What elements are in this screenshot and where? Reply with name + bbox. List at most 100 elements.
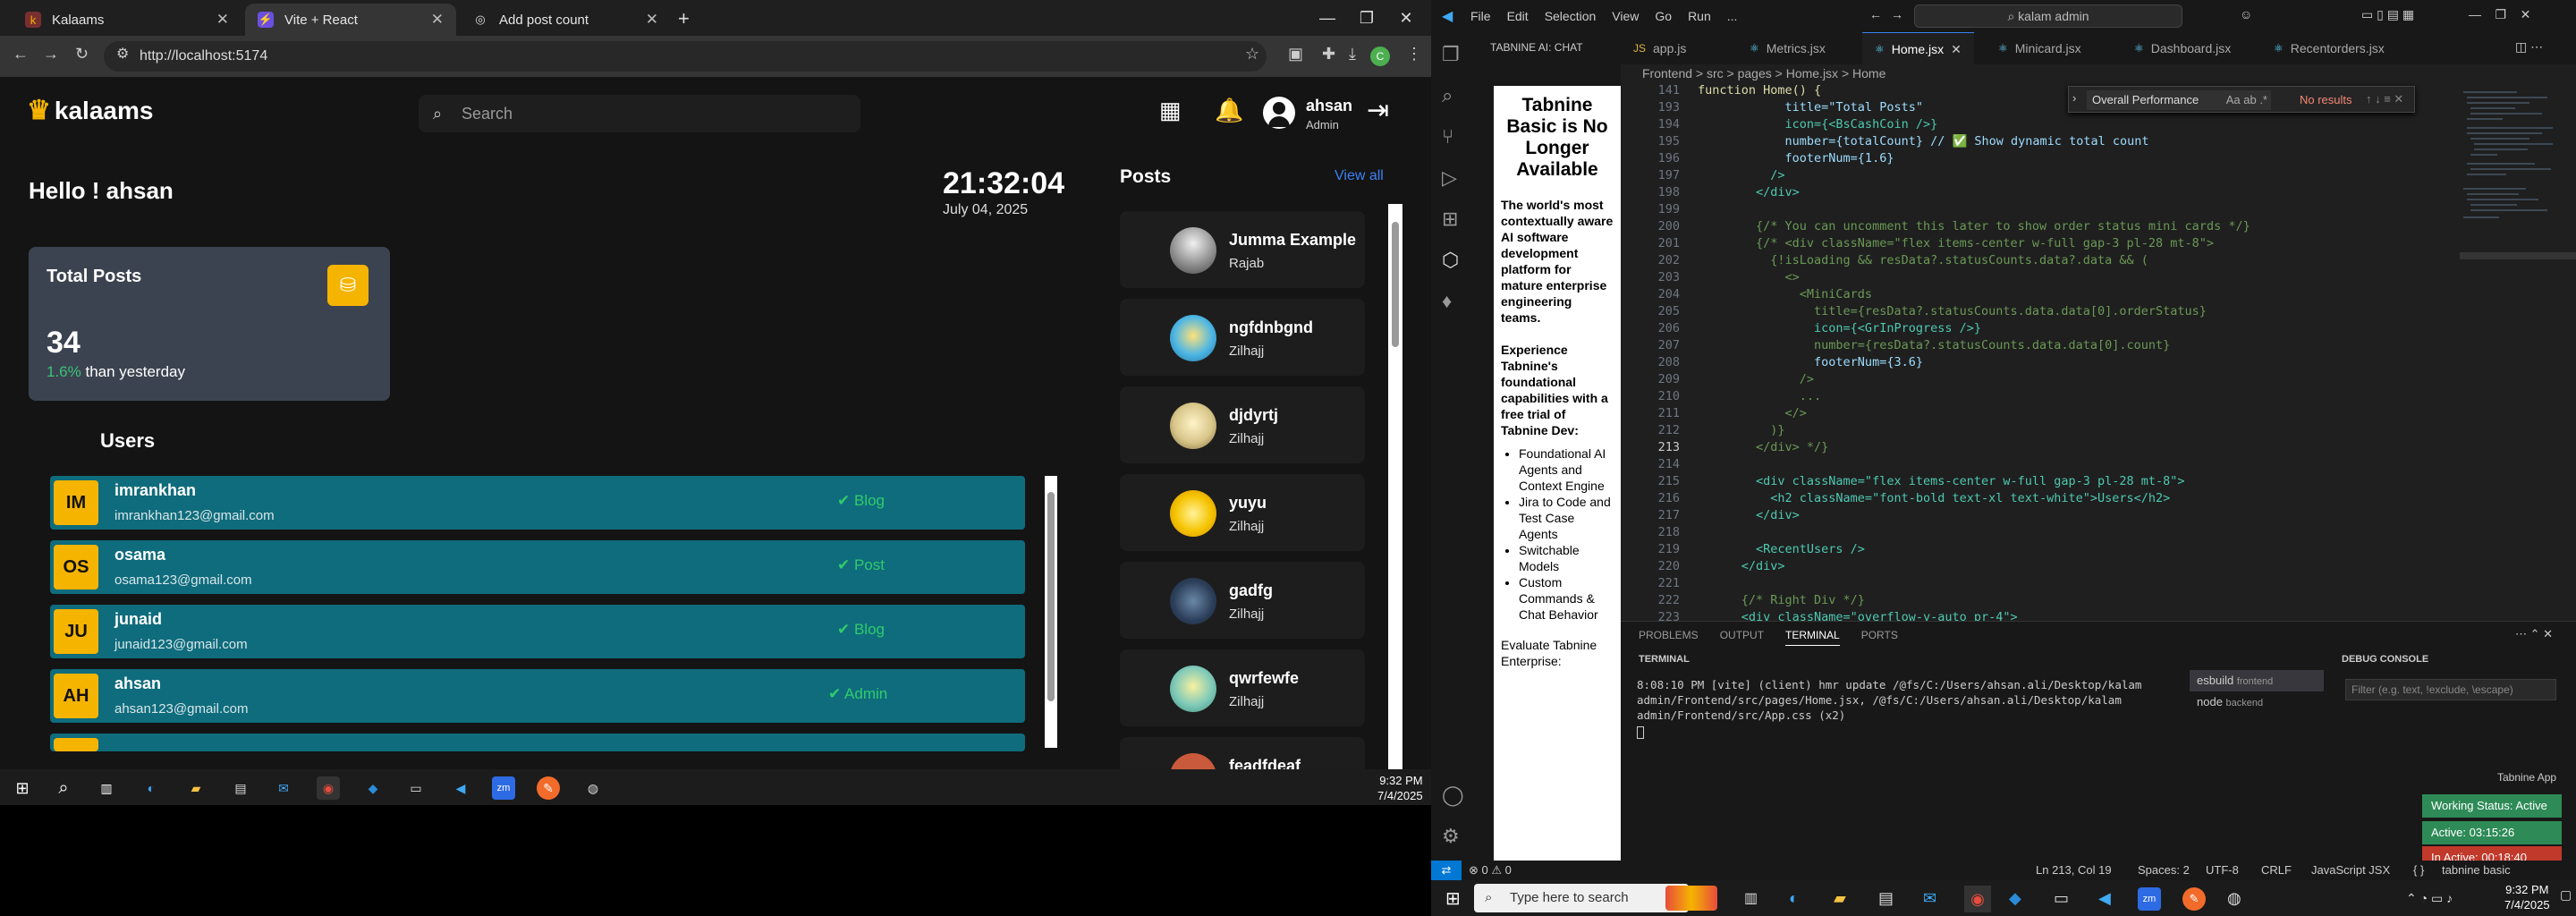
browser-tab-add-post-count[interactable]: ◎ Add post count ✕ (460, 4, 671, 36)
terminal-output[interactable]: 8:08:10 PM [vite] (client) hmr update /@… (1637, 677, 2174, 739)
user-row[interactable]: JU junaid junaid123@gmail.com ✔ Blog (50, 605, 1025, 658)
explorer-icon[interactable]: ❐ (1442, 43, 1460, 66)
logout-icon[interactable]: ⇥ (1367, 95, 1389, 126)
back-icon[interactable]: ← (1869, 7, 1882, 21)
system-tray-icons[interactable]: ⌃ ◔ ▭ ♪ (2406, 891, 2453, 906)
minimize-icon[interactable]: — (1309, 5, 1345, 30)
vscode-icon[interactable]: ◀ (2098, 889, 2111, 908)
minimap[interactable] (2460, 82, 2576, 619)
postman-icon[interactable]: ✎ (2182, 887, 2206, 911)
chevron-right-icon[interactable]: › (2072, 91, 2076, 105)
close-icon[interactable]: ✕ (1951, 33, 1962, 65)
post-item[interactable]: Jumma Example Rajab (1120, 211, 1365, 288)
news-widget-icon[interactable] (1665, 886, 1717, 911)
zoom-icon[interactable]: zm (492, 776, 515, 800)
post-item[interactable]: djdyrtj Zilhajj (1120, 386, 1365, 463)
panel-tab-problems[interactable]: PROBLEMS (1639, 629, 1699, 646)
layout-icon[interactable]: ▭ ▯ ▤ ▦ (2361, 7, 2414, 22)
remote-icon[interactable]: ⇄ (1431, 861, 1462, 880)
leaf-icon[interactable]: ♦ (1442, 290, 1452, 313)
tabnine-icon[interactable]: ⬡ (1442, 249, 1459, 272)
close-icon[interactable]: ✕ (216, 11, 229, 29)
panel-tab-output[interactable]: OUTPUT (1720, 629, 1764, 646)
notification-icon[interactable]: ▢ (2560, 887, 2572, 903)
browser-tab-vite[interactable]: ⚡ Vite + React ✕ (245, 4, 456, 36)
app-icon[interactable]: ◍ (581, 776, 605, 800)
post-item[interactable]: gadfg Zilhajj (1120, 562, 1365, 639)
bookmark-star-icon[interactable]: ☆ (1245, 45, 1259, 64)
account-icon[interactable]: ◯ (1442, 784, 1464, 807)
tabnine-status[interactable]: tabnine basic (2442, 861, 2511, 880)
scroll-thumb[interactable] (1047, 492, 1055, 701)
puzzle-icon[interactable]: ✚ (1322, 45, 1335, 64)
tab-dashboard[interactable]: ⚛ Dashboard.jsx (2122, 32, 2243, 64)
tab-recentorders[interactable]: ⚛ Recentorders.jsx (2261, 32, 2397, 64)
grid-icon[interactable]: ▦ (1159, 97, 1182, 124)
scroll-thumb[interactable] (1392, 222, 1399, 347)
menu-kebab-icon[interactable]: ⋮ (1406, 45, 1422, 64)
cursor-app-icon[interactable]: ◆ (2009, 889, 2021, 908)
terminal-item-esbuild[interactable]: esbuild frontend (2190, 670, 2324, 691)
indentation[interactable]: Spaces: 2 (2138, 861, 2190, 880)
encoding[interactable]: UTF-8 (2206, 861, 2239, 880)
bell-icon[interactable]: 🔔 (1215, 97, 1243, 124)
new-tab-icon[interactable]: + (678, 7, 690, 30)
extensions-icon[interactable]: ⊞ (1442, 208, 1458, 231)
edge-icon[interactable]: ◐ (1789, 889, 1799, 908)
debug-filter-input[interactable]: Filter (e.g. text, !exclude, \escape) (2345, 679, 2556, 700)
post-item[interactable]: ngfdnbgnd Zilhajj (1120, 299, 1365, 376)
run-debug-icon[interactable]: ▷ (1442, 166, 1457, 190)
windows-start-icon[interactable]: ⊞ (11, 776, 34, 800)
tab-home[interactable]: ⚛ Home.jsx ✕ (1862, 32, 1974, 64)
cursor-position[interactable]: Ln 213, Col 19 (2036, 861, 2112, 880)
panel-tab-ports[interactable]: PORTS (1861, 629, 1898, 646)
chrome-icon[interactable]: ◉ (317, 776, 340, 800)
posts-scrollbar[interactable] (1388, 204, 1402, 782)
search-icon[interactable]: ⌕ (1442, 84, 1453, 107)
chrome-icon[interactable]: ◉ (1964, 886, 1991, 912)
file-explorer-icon[interactable]: ▰ (184, 776, 208, 800)
file-explorer-icon[interactable]: ▰ (1834, 889, 1846, 908)
match-case-icon[interactable]: Aa ab .* (2226, 90, 2267, 110)
search-input[interactable]: ⌕ Search (419, 95, 860, 132)
cursor-app-icon[interactable]: ◆ (361, 776, 385, 800)
user-avatar-icon[interactable] (1263, 97, 1295, 129)
prettier-icon[interactable]: { } (2413, 861, 2424, 880)
edge-icon[interactable]: ◐ (140, 776, 163, 800)
tab-minicard[interactable]: ⚛ Minicard.jsx (1986, 32, 2094, 64)
windows-start-icon[interactable]: ⊞ (1445, 887, 1461, 910)
code-editor[interactable]: 141 function Home() {193 title="Total Pos… (1621, 82, 2462, 624)
vscode-icon[interactable]: ◀ (449, 776, 472, 800)
language-mode[interactable]: JavaScript JSX (2311, 861, 2390, 880)
forward-icon[interactable]: → (1891, 7, 1903, 21)
breadcrumb[interactable]: Frontend > src > pages > Home.jsx > Home (1642, 66, 1885, 81)
download-icon[interactable]: ⤓ (1349, 45, 1356, 64)
split-editor-icon[interactable]: ◫ ⋯ (2515, 39, 2543, 55)
postman-icon[interactable]: ✎ (537, 776, 560, 800)
panel-actions-icon[interactable]: ⋯ ⌃ ✕ (2515, 627, 2553, 641)
browser-tab-kalaams[interactable]: k Kalaams ✕ (13, 4, 242, 36)
url-input[interactable]: http://localhost:5174 (104, 41, 1267, 72)
reload-icon[interactable]: ↻ (75, 45, 89, 64)
view-all-link[interactable]: View all (1335, 168, 1384, 184)
taskbar-search[interactable]: ⌕ Type here to search (1474, 884, 1689, 912)
store-icon[interactable]: ▤ (1878, 889, 1894, 908)
store-icon[interactable]: ▤ (229, 776, 252, 800)
users-scrollbar[interactable] (1045, 476, 1057, 748)
tabnine-app-label[interactable]: Tabnine App (2497, 771, 2556, 784)
window-controls[interactable]: — ❐ ✕ (2469, 7, 2530, 22)
tab-metrics[interactable]: ⚛ Metrics.jsx (1737, 32, 1838, 64)
menu-more[interactable]: ... (1727, 9, 1738, 23)
user-row[interactable]: AH ahsan ahsan123@gmail.com ✔ Admin (50, 669, 1025, 723)
tab-app-js[interactable]: JS app.js (1621, 32, 1699, 64)
find-nav-icons[interactable]: ↑ ↓ ≡ ✕ (2366, 92, 2403, 106)
menu-file[interactable]: File (1470, 9, 1491, 23)
forward-icon[interactable]: → (43, 45, 59, 64)
source-control-icon[interactable]: ⑂ (1442, 125, 1453, 148)
line-ending[interactable]: CRLF (2261, 861, 2292, 880)
menu-run[interactable]: Run (1688, 9, 1711, 23)
user-row[interactable]: IM imrankhan imrankhan123@gmail.com ✔ Bl… (50, 476, 1025, 530)
post-item[interactable]: qwrfewfe Zilhajj (1120, 649, 1365, 726)
command-center[interactable]: ⌕ kalam admin (1914, 4, 2182, 28)
user-row[interactable] (50, 734, 1025, 751)
